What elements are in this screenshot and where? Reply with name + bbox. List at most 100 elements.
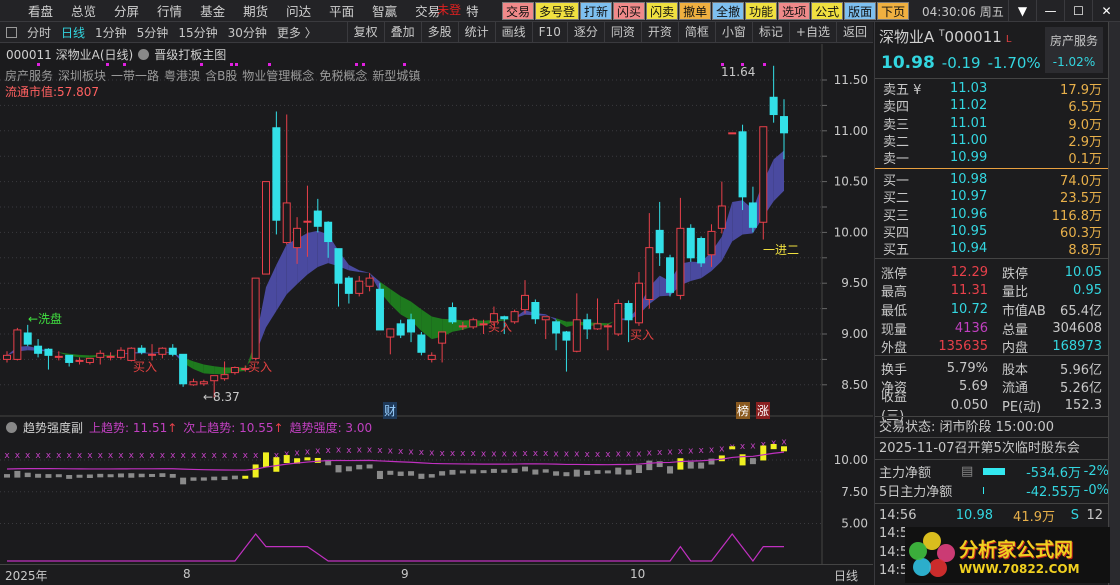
candle-body[interactable] bbox=[116, 349, 125, 358]
candle-body[interactable] bbox=[707, 230, 716, 256]
orderbook-row[interactable]: 卖五 ¥ 11.03 17.9万 bbox=[875, 80, 1109, 98]
candle-body[interactable] bbox=[148, 353, 157, 356]
candle-body[interactable] bbox=[85, 357, 94, 363]
candle-body[interactable] bbox=[666, 257, 675, 293]
list-icon[interactable]: ▤ bbox=[961, 464, 983, 479]
maximize-button[interactable]: ☐ bbox=[1064, 0, 1092, 22]
candle-body[interactable] bbox=[3, 354, 11, 360]
indicator-dropdown-icon[interactable] bbox=[6, 422, 17, 433]
candle-body[interactable] bbox=[262, 181, 270, 275]
candle-body[interactable] bbox=[179, 353, 188, 385]
candle-body[interactable] bbox=[748, 202, 757, 228]
concept-tag[interactable]: 深圳板块 bbox=[58, 67, 106, 84]
candle-body[interactable] bbox=[634, 282, 643, 324]
orderbook-row[interactable]: 卖四 11.02 6.5万 bbox=[875, 97, 1109, 115]
skin-icon[interactable]: ▼ bbox=[1008, 0, 1036, 22]
orderbook-row[interactable]: 买一 10.98 74.0万 bbox=[875, 171, 1109, 189]
sub-indicator-name[interactable]: 趋势强度副 bbox=[23, 419, 83, 436]
candle-body[interactable] bbox=[137, 347, 146, 353]
close-button[interactable]: ✕ bbox=[1092, 0, 1120, 22]
candle-body[interactable] bbox=[562, 331, 571, 341]
candle-body[interactable] bbox=[34, 345, 43, 354]
candle-body[interactable] bbox=[44, 348, 53, 356]
candle-body[interactable] bbox=[521, 294, 529, 311]
candle-body[interactable] bbox=[676, 227, 685, 296]
candle-body[interactable] bbox=[158, 347, 167, 355]
minimize-button[interactable]: — bbox=[1036, 0, 1064, 22]
candle-body[interactable] bbox=[655, 229, 664, 254]
rank-marker[interactable]: 榜 bbox=[736, 402, 751, 419]
period-label[interactable]: 日线 bbox=[834, 567, 858, 584]
candle-body[interactable] bbox=[375, 288, 384, 331]
candle-body[interactable] bbox=[572, 319, 581, 352]
orderbook-row[interactable]: 买二 10.97 23.5万 bbox=[875, 188, 1109, 206]
concept-tag[interactable]: 物业管理概念 bbox=[242, 67, 314, 84]
candle-body[interactable] bbox=[344, 277, 353, 294]
candle-body[interactable] bbox=[23, 332, 32, 345]
candle-body[interactable] bbox=[355, 280, 364, 294]
candle-body[interactable] bbox=[75, 359, 84, 362]
orderbook-row[interactable]: 买五 10.94 8.8万 bbox=[875, 240, 1109, 258]
candle-body[interactable] bbox=[510, 311, 519, 323]
quick-button[interactable]: 下页 bbox=[877, 2, 910, 20]
candle-body[interactable] bbox=[313, 210, 322, 227]
candle-body[interactable] bbox=[593, 323, 602, 330]
candle-body[interactable] bbox=[717, 205, 726, 229]
candle-body[interactable] bbox=[13, 329, 22, 360]
candle-body[interactable] bbox=[458, 325, 467, 328]
kline-chart[interactable]: 11.50 11.00 10.50 10.00 9.50 9.00 8.50 10.00 7.5… bbox=[0, 0, 873, 585]
candle-body[interactable] bbox=[438, 331, 447, 344]
concept-tag[interactable]: 粤港澳 bbox=[164, 67, 200, 84]
orderbook-row[interactable]: 买三 10.96 116.8万 bbox=[875, 206, 1109, 224]
candle-body[interactable] bbox=[769, 96, 778, 116]
candle-body[interactable] bbox=[728, 132, 737, 135]
concept-tag[interactable]: 一带一路 bbox=[111, 67, 159, 84]
candle-body[interactable] bbox=[106, 355, 115, 358]
candle-body[interactable] bbox=[220, 374, 229, 380]
candle-body[interactable] bbox=[251, 277, 260, 359]
notice[interactable]: 2025-11-07召开第5次临时股东会 bbox=[875, 437, 1109, 458]
candle-body[interactable] bbox=[334, 248, 343, 284]
candle-body[interactable] bbox=[293, 227, 302, 249]
chart-template[interactable]: 晋级打板主图 bbox=[154, 46, 226, 63]
candle-body[interactable] bbox=[603, 325, 612, 328]
candle-body[interactable] bbox=[324, 221, 333, 243]
candle-body[interactable] bbox=[189, 381, 198, 386]
concept-tag[interactable]: 免税概念 bbox=[319, 67, 367, 84]
concept-tag[interactable]: 房产服务 bbox=[5, 67, 53, 84]
candle-body[interactable] bbox=[168, 347, 177, 355]
candle-body[interactable] bbox=[272, 127, 281, 221]
candle-body[interactable] bbox=[365, 277, 374, 287]
candle-body[interactable] bbox=[417, 334, 426, 353]
candle-body[interactable] bbox=[552, 321, 561, 334]
limit-up-marker[interactable]: 涨 bbox=[756, 402, 771, 419]
candle-body[interactable] bbox=[407, 319, 416, 333]
candle-body[interactable] bbox=[697, 237, 706, 264]
candle-body[interactable] bbox=[282, 202, 291, 244]
candle-body[interactable] bbox=[65, 354, 74, 363]
orderbook-row[interactable]: 卖三 11.01 9.0万 bbox=[875, 115, 1109, 133]
candle-body[interactable] bbox=[210, 375, 219, 382]
candle-body[interactable] bbox=[583, 319, 592, 330]
candle-body[interactable] bbox=[531, 302, 540, 320]
candle-body[interactable] bbox=[614, 303, 623, 335]
concept-tag[interactable]: 含B股 bbox=[205, 67, 237, 84]
template-dropdown-icon[interactable] bbox=[138, 49, 150, 60]
candle-body[interactable] bbox=[738, 131, 747, 198]
orderbook-row[interactable]: 卖二 11.00 2.9万 bbox=[875, 132, 1109, 150]
right-side-strip[interactable] bbox=[1108, 22, 1120, 585]
candle-body[interactable] bbox=[479, 323, 488, 326]
candle-body[interactable] bbox=[645, 247, 654, 300]
candle-body[interactable] bbox=[427, 354, 436, 360]
candle-body[interactable] bbox=[230, 367, 239, 374]
candle-body[interactable] bbox=[780, 116, 788, 134]
sector-box[interactable]: 房产服务 -1.02% bbox=[1045, 27, 1103, 73]
candle-body[interactable] bbox=[96, 352, 105, 358]
concept-tag[interactable]: 新型城镇 bbox=[372, 67, 420, 84]
financial-marker[interactable]: 财 bbox=[383, 402, 398, 419]
candle-body[interactable] bbox=[624, 303, 633, 321]
candle-body[interactable] bbox=[54, 355, 63, 358]
candle-body[interactable] bbox=[541, 316, 550, 321]
candle-body[interactable] bbox=[303, 220, 312, 223]
orderbook-row[interactable]: 买四 10.95 60.3万 bbox=[875, 223, 1109, 241]
